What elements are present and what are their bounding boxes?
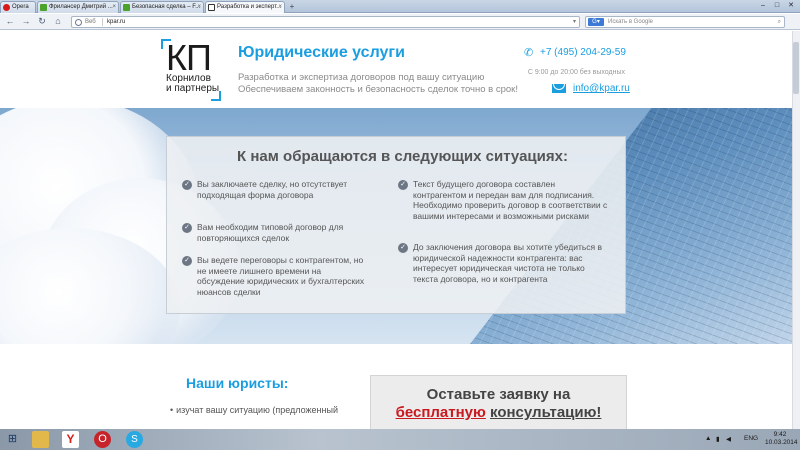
check-circle-icon: ✓ [182,256,192,266]
search-bar[interactable]: G▾ Искать в Google ⌕ [585,16,785,28]
fl-favicon-icon [40,4,47,11]
opera-taskbar-icon[interactable]: O [94,431,111,448]
clock-time: 9:42 [773,431,787,438]
file-explorer-icon[interactable] [32,431,49,448]
forward-icon[interactable]: → [20,15,32,28]
url-prefix: Веб [85,19,96,25]
close-window-icon[interactable]: ✕ [784,0,798,11]
tagline-line1: Разработка и экспертиза договоров под ва… [238,72,485,83]
yandex-icon[interactable]: Y [62,431,79,448]
start-windows-icon[interactable]: ⊞ [4,431,21,448]
site-logo[interactable]: КП Корнилов и партнеры [161,37,221,101]
situation-item: Вы ведете переговоры с контрагентом, но … [197,255,365,297]
address-bar[interactable]: Веб kpar.ru ▾ [71,16,580,28]
cta-highlight[interactable]: бесплатную [396,404,486,421]
cta-line2: бесплатную консультацию! [370,404,627,421]
tab-safe-deal[interactable]: Безопасная сделка – F... × [120,1,204,13]
tray-arrow-icon[interactable]: ▲ [705,435,711,442]
close-icon[interactable]: × [112,2,116,13]
tab-label: Фрилансер Дмитрий ... [49,4,113,10]
working-hours: С 9:00 до 20:00 без выходных [527,69,625,76]
tab-label: Безопасная сделка – F... [132,4,201,10]
close-icon[interactable]: × [197,2,201,13]
back-icon[interactable]: ← [4,15,16,28]
phone-number[interactable]: +7 (495) 204-29-59 [540,47,626,58]
situations-title: К нам обращаются в следующих ситуациях: [0,148,800,165]
logo-name-line2: и партнеры [166,83,220,94]
tab-freelancer[interactable]: Фрилансер Дмитрий ... × [37,1,119,13]
tagline-line2: Обеспечиваем законность и безопасность с… [238,84,518,95]
tab-label: Opera [12,4,29,10]
globe-icon [75,19,82,26]
search-placeholder: Искать в Google [608,19,654,25]
tab-opera-menu[interactable]: Opera [0,1,36,13]
check-circle-icon: ✓ [398,243,408,253]
network-icon[interactable]: ▮ [716,435,720,443]
tab-label: Разработка и эксперт... [217,4,282,10]
clock-date: 10.03.2014 [765,439,798,446]
search-icon[interactable]: ⌕ [778,17,781,27]
language-indicator[interactable]: ENG [744,435,758,442]
maximize-icon[interactable]: □ [770,0,784,11]
minimize-icon[interactable]: – [756,0,770,11]
site-title: Юридические услуги [238,44,405,61]
opera-icon [3,4,10,11]
lawyers-bullet: изучат вашу ситуацию (предложенный [170,404,355,416]
situation-item: Текст будущего договора составлен контра… [413,179,608,221]
skype-icon[interactable]: S [126,431,143,448]
fl-favicon-icon [123,4,130,11]
close-icon[interactable]: × [278,2,282,13]
check-circle-icon: ✓ [398,180,408,190]
mail-icon [552,84,566,93]
clock[interactable]: 9:42 10.03.2014 [765,431,798,447]
home-icon[interactable]: ⌂ [52,15,64,28]
url-separator [102,18,103,26]
scrollbar-thumb[interactable] [793,42,799,94]
situation-item: Вы заключаете сделку, но отсутствует под… [197,179,348,200]
check-circle-icon: ✓ [182,223,192,233]
windows-taskbar: ⊞ Y O S ▲ ▮ ◀ ENG [0,429,800,450]
search-engine-icon[interactable]: G▾ [588,18,604,26]
phone-icon: ✆ [524,47,534,59]
browser-nav-bar: ← → ↻ ⌂ Веб kpar.ru ▾ G▾ Искать в Google… [0,14,800,30]
cta-rest[interactable]: консультацию! [490,404,601,421]
reload-icon[interactable]: ↻ [36,15,48,28]
email-link[interactable]: info@kpar.ru [573,83,630,94]
tab-kpar[interactable]: Разработка и эксперт... × [205,1,285,13]
lawyers-title: Наши юристы: [186,375,289,391]
lawyers-bullet-text: изучат вашу ситуацию (предложенный [176,405,338,415]
new-tab-button[interactable]: + [286,2,298,12]
cta-line1: Оставьте заявку на [426,386,571,403]
dropdown-arrow-icon[interactable]: ▾ [573,17,576,27]
situations-title-text: К нам обращаются в следующих ситуациях: [237,148,568,165]
volume-icon[interactable]: ◀ [726,435,731,443]
browser-tab-bar: Opera Фрилансер Дмитрий ... × Безопасная… [0,0,800,13]
check-circle-icon: ✓ [182,180,192,190]
situation-item: До заключения договора вы хотите убедить… [413,242,603,284]
kp-favicon-icon [208,4,215,11]
url-text[interactable]: kpar.ru [107,17,125,27]
situation-item: Вам необходим типовой договор для повтор… [197,222,344,243]
